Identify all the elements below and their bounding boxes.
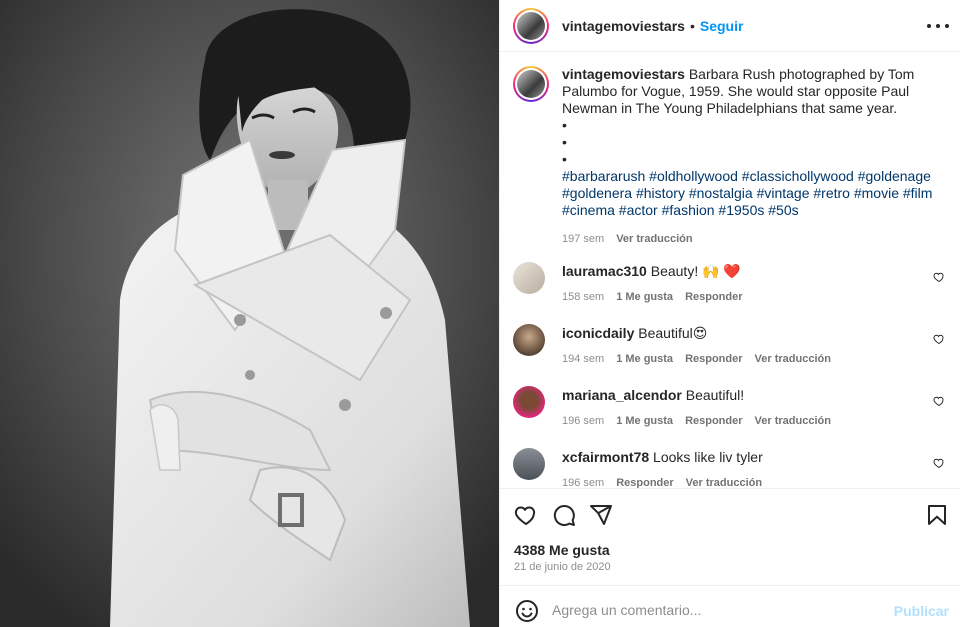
publish-button[interactable]: Publicar bbox=[894, 603, 949, 619]
caption-hashtags[interactable]: #barbararush #oldhollywood #classicholly… bbox=[562, 168, 937, 219]
post-side-panel: vintagemoviestars • Seguir vintagemovies… bbox=[499, 0, 960, 627]
comment-likes[interactable]: 1 Me gusta bbox=[616, 350, 673, 368]
caption-timestamp[interactable]: 197 sem bbox=[562, 231, 604, 248]
comment-avatar[interactable] bbox=[513, 386, 545, 418]
reply-button[interactable]: Responder bbox=[685, 288, 742, 306]
comment-translate-link[interactable]: Ver traducción bbox=[755, 412, 831, 430]
comment-likes[interactable]: 1 Me gusta bbox=[616, 412, 673, 430]
add-comment-bar: Publicar bbox=[500, 585, 960, 627]
comment-bubble-icon[interactable] bbox=[552, 503, 576, 527]
comment-translate-link[interactable]: Ver traducción bbox=[755, 350, 831, 368]
like-comment-heart-icon[interactable] bbox=[933, 395, 945, 407]
post-date[interactable]: 21 de junio de 2020 bbox=[514, 561, 611, 573]
post-actions: 4388 Me gusta 21 de junio de 2020 bbox=[500, 488, 960, 585]
post-caption: vintagemoviestars Barbara Rush photograp… bbox=[513, 66, 953, 248]
comments-list[interactable]: vintagemoviestars Barbara Rush photograp… bbox=[500, 52, 960, 488]
save-bookmark-icon[interactable] bbox=[925, 503, 949, 527]
separator-dot: • bbox=[689, 17, 695, 34]
author-avatar[interactable] bbox=[513, 7, 549, 44]
comment-item: mariana_alcendor Beautiful! 196 sem 1 Me… bbox=[513, 386, 953, 430]
comment-text: Looks like liv tyler bbox=[653, 449, 763, 465]
reply-button[interactable]: Responder bbox=[685, 350, 742, 368]
follow-button[interactable]: Seguir bbox=[700, 18, 744, 34]
caption-bullet: • bbox=[562, 151, 567, 167]
comment-username[interactable]: xcfairmont78 bbox=[562, 449, 649, 465]
caption-bullet: • bbox=[562, 117, 567, 133]
likes-count[interactable]: 4388 Me gusta bbox=[514, 542, 610, 558]
post-header: vintagemoviestars • Seguir bbox=[500, 0, 960, 52]
more-options-icon[interactable] bbox=[927, 16, 949, 36]
comment-username[interactable]: lauramac310 bbox=[562, 263, 647, 279]
comment-avatar[interactable] bbox=[513, 262, 545, 294]
comment-text: Beautiful! bbox=[685, 387, 745, 403]
comment-timestamp[interactable]: 196 sem bbox=[562, 412, 604, 430]
comment-username[interactable]: iconicdaily bbox=[562, 325, 634, 341]
comment-translate-link[interactable]: Ver traducción bbox=[686, 474, 762, 488]
like-comment-heart-icon[interactable] bbox=[933, 457, 945, 469]
caption-bullet: • bbox=[562, 134, 567, 150]
like-comment-heart-icon[interactable] bbox=[933, 333, 945, 345]
comment-item: lauramac310 Beauty! 🙌 ❤️ 158 sem 1 Me gu… bbox=[513, 262, 953, 306]
comment-item: xcfairmont78 Looks like liv tyler 196 se… bbox=[513, 448, 953, 488]
like-comment-heart-icon[interactable] bbox=[933, 271, 945, 283]
comment-timestamp[interactable]: 196 sem bbox=[562, 474, 604, 488]
caption-meta: 197 sem Ver traducción bbox=[562, 231, 937, 248]
post-photo[interactable] bbox=[0, 0, 499, 627]
caption-translate-link[interactable]: Ver traducción bbox=[616, 231, 692, 248]
reply-button[interactable]: Responder bbox=[685, 412, 742, 430]
comment-username[interactable]: mariana_alcendor bbox=[562, 387, 682, 403]
share-send-icon[interactable] bbox=[589, 503, 613, 527]
photo-illustration bbox=[0, 0, 499, 627]
reply-button[interactable]: Responder bbox=[616, 474, 673, 488]
author-username[interactable]: vintagemoviestars bbox=[562, 18, 685, 34]
comment-timestamp[interactable]: 158 sem bbox=[562, 288, 604, 306]
like-heart-icon[interactable] bbox=[514, 503, 538, 527]
comment-item: iconicdaily Beautiful😍 194 sem 1 Me gust… bbox=[513, 324, 953, 368]
comment-likes[interactable]: 1 Me gusta bbox=[616, 288, 673, 306]
caption-author-avatar[interactable] bbox=[513, 66, 549, 102]
comment-avatar[interactable] bbox=[513, 324, 545, 356]
comment-text: Beauty! 🙌 ❤️ bbox=[650, 263, 741, 279]
comment-timestamp[interactable]: 194 sem bbox=[562, 350, 604, 368]
comment-text: Beautiful😍 bbox=[638, 325, 708, 341]
caption-username[interactable]: vintagemoviestars bbox=[562, 66, 685, 82]
comment-avatar[interactable] bbox=[513, 448, 545, 480]
emoji-smiley-icon[interactable] bbox=[515, 599, 539, 623]
comment-input[interactable] bbox=[552, 597, 882, 623]
